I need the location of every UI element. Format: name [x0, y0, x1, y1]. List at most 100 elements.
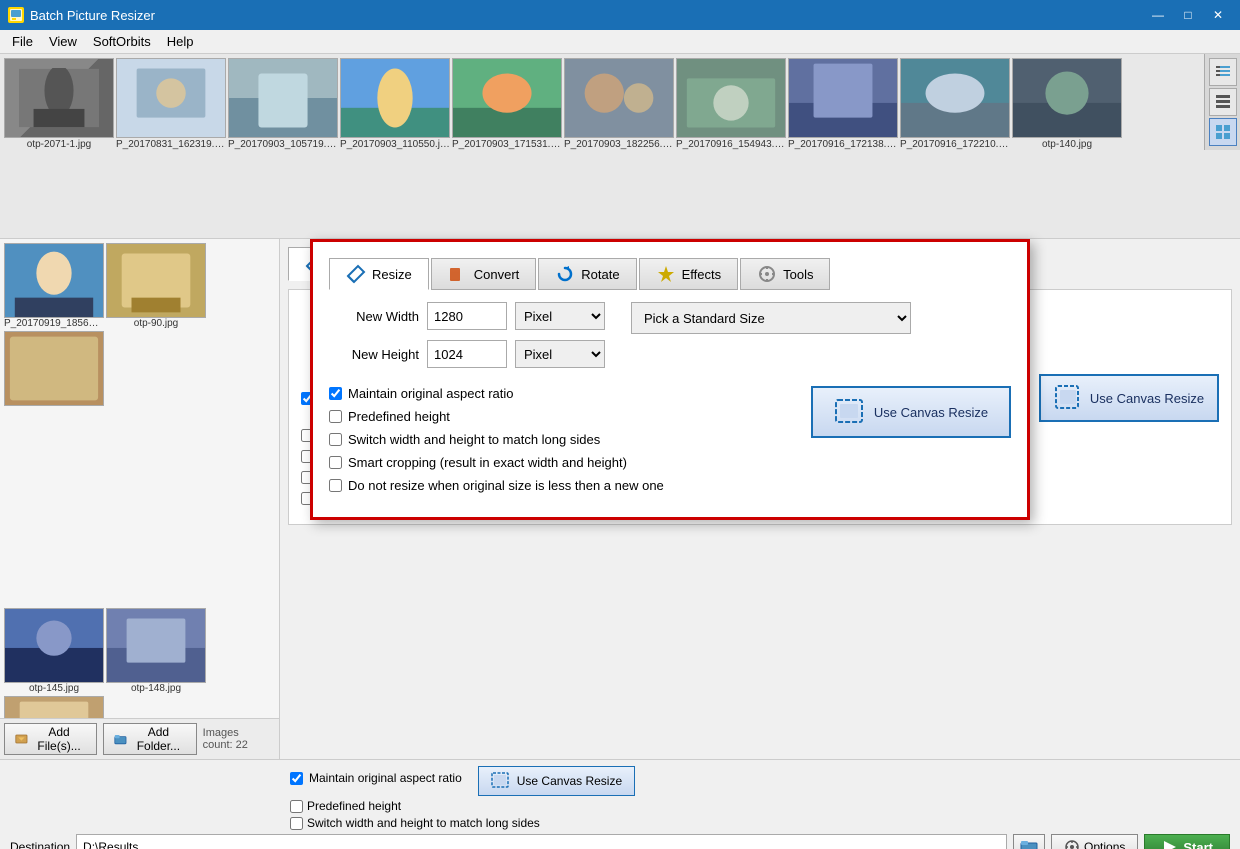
menu-bar: File View SoftOrbits Help [0, 30, 1240, 54]
menu-file[interactable]: File [4, 32, 41, 51]
bottom-switchwh-row: Switch width and height to match long si… [290, 816, 540, 830]
gallery-thumb[interactable]: P_20170903_182256.jpg [564, 58, 674, 238]
bottom-canvas-btn[interactable]: Use Canvas Resize [478, 766, 635, 796]
menu-view[interactable]: View [41, 32, 85, 51]
modal-switch-wh-label: Switch width and height to match long si… [348, 432, 600, 447]
image-gallery: otp-2071-1.jpg P_20170831_162319.jpg P_2… [0, 54, 1240, 239]
modal-smart-crop-row: Smart cropping (result in exact width an… [329, 455, 811, 470]
close-button[interactable]: ✕ [1204, 5, 1232, 25]
gallery-thumb[interactable]: P_20170903_110550.jpg [340, 58, 450, 238]
modal-tab-bar: Resize Convert Rotate Effects Tools [329, 258, 1011, 290]
destination-input[interactable] [76, 834, 1007, 849]
modal-predefined-height-row: Predefined height [329, 409, 811, 424]
file-label: P_20170919_185632.jpg [4, 318, 104, 329]
modal-predefined-height-checkbox[interactable] [329, 410, 342, 423]
browse-folder-button[interactable] [1013, 834, 1045, 849]
right-toolbar [1204, 54, 1240, 150]
modal-smart-crop-checkbox[interactable] [329, 456, 342, 469]
thumb-label: P_20170903_110550.jpg [340, 139, 450, 150]
modal-height-label: New Height [329, 347, 419, 362]
bottom-maintain-label: Maintain original aspect ratio [309, 771, 462, 785]
modal-no-resize-row: Do not resize when original size is less… [329, 478, 811, 493]
modal-height-unit[interactable]: PixelPercent [515, 340, 605, 368]
gallery-thumb[interactable]: P_20170916_172210.jpg [900, 58, 1010, 238]
thumb-label: P_20170916_172210.jpg [900, 139, 1010, 150]
gallery-thumb[interactable]: P_20170903_171531.jpg [452, 58, 562, 238]
add-buttons-bar: Add File(s)... Add Folder... Images coun… [0, 718, 279, 759]
menu-help[interactable]: Help [159, 32, 202, 51]
bottom-predefined-checkbox[interactable] [290, 800, 303, 813]
modal-maintain-aspect-label: Maintain original aspect ratio [348, 386, 513, 401]
thumb-label: P_20170831_162319.jpg [116, 139, 226, 150]
bottom-bar: Maintain original aspect ratio Use Canva… [0, 759, 1240, 849]
thumb-label: P_20170903_182256.jpg [564, 139, 674, 150]
modal-no-resize-label: Do not resize when original size is less… [348, 478, 664, 493]
left-panel: P_20170919_185632.jpg otp-90.jpg otp [0, 239, 280, 759]
view-btn-2[interactable] [1209, 88, 1237, 116]
title-bar: Batch Picture Resizer — □ ✕ [0, 0, 1240, 30]
view-btn-1[interactable] [1209, 58, 1237, 86]
gallery-thumb[interactable]: otp-2071-1.jpg [4, 58, 114, 238]
gallery-thumb[interactable]: P_20170916_172138.jpg [788, 58, 898, 238]
maximize-button[interactable]: □ [1174, 5, 1202, 25]
file-label: otp-148.jpg [131, 683, 181, 694]
list-item[interactable]: otp-145.jpg [4, 608, 104, 694]
modal-switch-wh-checkbox[interactable] [329, 433, 342, 446]
modal-tab-resize[interactable]: Resize [329, 258, 429, 290]
app-icon [8, 7, 24, 23]
file-label: otp-90.jpg [134, 318, 178, 329]
list-item[interactable] [4, 331, 104, 406]
thumb-label: P_20170916_172138.jpg [788, 139, 898, 150]
modal-tab-rotate[interactable]: Rotate [538, 258, 636, 290]
modal-height-input[interactable] [427, 340, 507, 368]
file-label: otp-145.jpg [29, 683, 79, 694]
list-item[interactable]: otp-90.jpg [106, 243, 206, 329]
bottom-maintain-aspect: Maintain original aspect ratio [290, 771, 462, 785]
minimize-button[interactable]: — [1144, 5, 1172, 25]
thumb-label: P_20170916_154943.jpg [676, 139, 786, 150]
app-title: Batch Picture Resizer [30, 8, 155, 23]
modal-tab-convert[interactable]: Convert [431, 258, 537, 290]
thumb-label: otp-140.jpg [1042, 139, 1092, 150]
images-count: Images count: 22 [203, 727, 275, 751]
options-button[interactable]: Options [1051, 834, 1138, 849]
gallery-thumb[interactable]: P_20170903_105719.jpg [228, 58, 338, 238]
modal-smart-crop-label: Smart cropping (result in exact width an… [348, 455, 627, 470]
start-button[interactable]: Start [1144, 834, 1230, 849]
thumb-label: P_20170903_105719.jpg [228, 139, 338, 150]
modal-panel: Resize Convert Rotate Effects Tools [310, 239, 1030, 520]
modal-tab-effects[interactable]: Effects [639, 258, 739, 290]
add-folder-button[interactable]: Add Folder... [103, 723, 196, 755]
gallery-thumb[interactable]: P_20170831_162319.jpg [116, 58, 226, 238]
modal-canvas-resize-button[interactable]: Use Canvas Resize [811, 386, 1011, 438]
modal-width-input[interactable] [427, 302, 507, 330]
thumb-label: otp-2071-1.jpg [27, 139, 92, 150]
list-item[interactable]: otp-148.jpg [106, 608, 206, 694]
menu-softorbits[interactable]: SoftOrbits [85, 32, 159, 51]
add-files-button[interactable]: Add File(s)... [4, 723, 97, 755]
modal-tab-tools[interactable]: Tools [740, 258, 830, 290]
file-list-row2: otp-145.jpg otp-148.jpg otp-... [0, 608, 279, 718]
modal-width-unit[interactable]: PixelPercent [515, 302, 605, 330]
view-btn-3[interactable] [1209, 118, 1237, 146]
destination-label: Destination [10, 840, 70, 849]
modal-maintain-aspect-row: Maintain original aspect ratio [329, 386, 811, 401]
gallery-thumb[interactable]: P_20170916_154943.jpg [676, 58, 786, 238]
list-item[interactable]: otp-... [4, 696, 104, 718]
list-item[interactable]: P_20170919_185632.jpg [4, 243, 104, 329]
modal-standard-size[interactable]: Pick a Standard Size 640×480 800×600 102… [631, 302, 911, 334]
modal-predefined-height-label: Predefined height [348, 409, 450, 424]
bottom-switchwh-checkbox[interactable] [290, 817, 303, 830]
thumb-label: P_20170903_171531.jpg [452, 139, 562, 150]
modal-maintain-aspect-checkbox[interactable] [329, 387, 342, 400]
gallery-row: otp-2071-1.jpg P_20170831_162319.jpg P_2… [0, 54, 1240, 238]
modal-no-resize-checkbox[interactable] [329, 479, 342, 492]
modal-width-label: New Width [329, 309, 419, 324]
bottom-maintain-checkbox[interactable] [290, 772, 303, 785]
bottom-predefined-row: Predefined height [290, 799, 401, 813]
destination-row: Destination Options Start [10, 834, 1230, 849]
file-list: P_20170919_185632.jpg otp-90.jpg [0, 239, 279, 608]
modal-width-row: New Width PixelPercent [329, 302, 605, 330]
gallery-thumb[interactable]: otp-140.jpg [1012, 58, 1122, 238]
modal-height-row: New Height PixelPercent [329, 340, 605, 368]
